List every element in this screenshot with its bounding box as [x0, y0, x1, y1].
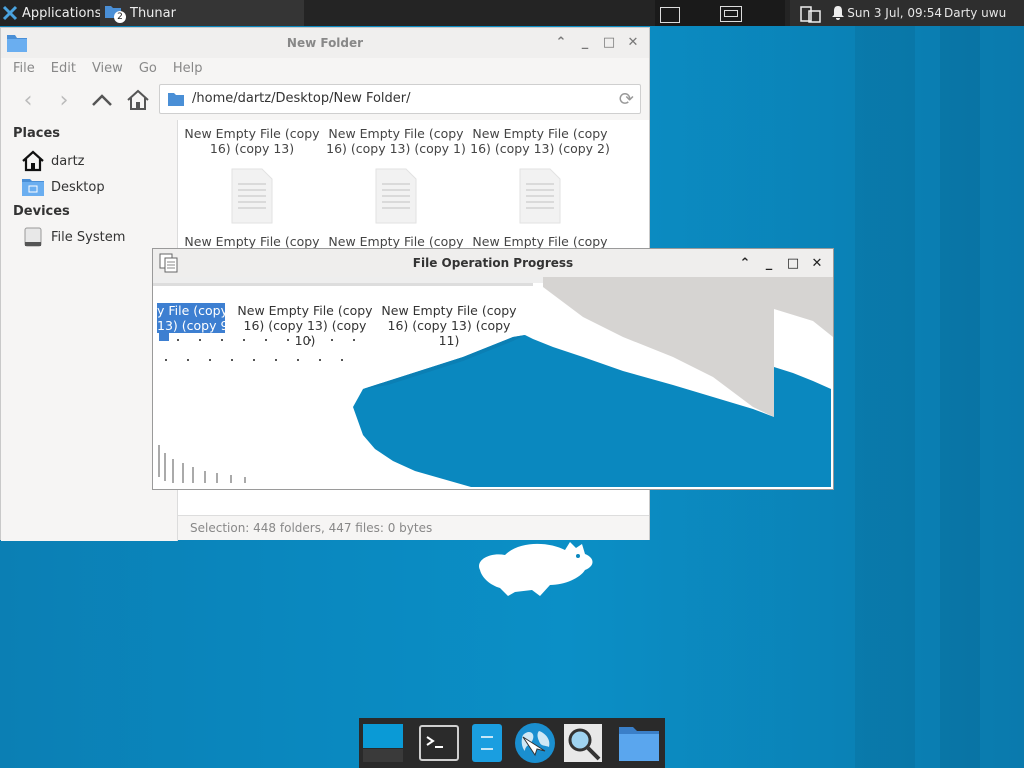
- back-icon[interactable]: ‹: [13, 86, 43, 114]
- parent-folder-icon[interactable]: [87, 86, 117, 114]
- file-name-line: 16) (copy 13) (copy 1): [326, 141, 466, 156]
- xfce-mouse-wallpaper-icon: [479, 542, 593, 596]
- file-name-line: 16) (copy 13): [209, 141, 295, 156]
- reload-icon[interactable]: ⟳: [619, 89, 634, 110]
- status-bar: Selection: 448 folders, 447 files: 0 byt…: [178, 515, 649, 540]
- file-item[interactable]: New Empty File (copy 16) (copy 13) (copy…: [324, 126, 468, 156]
- task-label: Thunar: [130, 5, 176, 21]
- wallpaper-stripe: [940, 0, 980, 768]
- file-name-line: 13) (copy 9): [157, 318, 225, 333]
- shade-icon[interactable]: ⌃: [737, 255, 753, 271]
- app-finder-icon[interactable]: [561, 722, 605, 764]
- file-item[interactable]: New Empty File (copy: [180, 234, 324, 249]
- taskbar-item-thunar[interactable]: 2 Thunar: [100, 0, 304, 26]
- file-operation-progress-window: File Operation Progress ⌃ _ □ ✕ y File (…: [152, 248, 834, 490]
- menu-edit[interactable]: Edit: [43, 58, 84, 80]
- file-name-line: y File (copy: [157, 303, 225, 318]
- minimize-icon[interactable]: _: [577, 34, 593, 50]
- location-bar[interactable]: ⟳: [159, 84, 641, 114]
- minimize-icon[interactable]: _: [761, 255, 777, 271]
- text-file-icon[interactable]: [374, 168, 418, 224]
- drive-icon: [24, 227, 42, 247]
- selected-file-item[interactable]: y File (copy 13) (copy 9): [157, 303, 225, 333]
- devices-heading: Devices: [13, 204, 70, 219]
- menu-go[interactable]: Go: [131, 58, 165, 80]
- file-name-line: New Empty File (copy: [328, 126, 464, 141]
- file-name-line: 16) (copy 13) (copy 2): [470, 141, 610, 156]
- location-input[interactable]: [190, 90, 594, 107]
- sidebar-item-label: Desktop: [51, 179, 105, 195]
- workspace-2-icon[interactable]: [720, 4, 742, 22]
- maximize-icon[interactable]: □: [785, 255, 801, 271]
- sidebar-item-desktop[interactable]: Desktop: [21, 176, 105, 198]
- toolbar: ‹ › ⟳: [1, 80, 649, 120]
- menu-help[interactable]: Help: [165, 58, 211, 80]
- web-browser-icon[interactable]: [513, 722, 557, 764]
- home-icon[interactable]: [123, 86, 153, 114]
- clock[interactable]: Sun 3 Jul, 09:54: [847, 0, 942, 26]
- applications-label: Applications: [22, 5, 102, 21]
- file-name-line: New Empty File (copy: [184, 234, 320, 249]
- maximize-icon[interactable]: □: [601, 34, 617, 50]
- places-heading: Places: [13, 126, 61, 141]
- file-name-line: New Empty File (copy: [381, 303, 517, 318]
- display-icon[interactable]: [800, 4, 822, 24]
- terminal-icon[interactable]: [417, 722, 461, 764]
- window-title: New Folder: [286, 36, 364, 50]
- window-count-badge: 2: [114, 11, 126, 23]
- sidebar-item-filesystem[interactable]: File System: [21, 226, 125, 248]
- file-item[interactable]: New Empty File (copy: [468, 234, 612, 249]
- file-item[interactable]: New Empty File (copy 16) (copy 13) (copy…: [235, 303, 375, 348]
- workspace-1-icon[interactable]: [660, 7, 680, 23]
- file-manager-pane-icon[interactable]: [465, 722, 509, 764]
- desktop-folder-icon: [22, 179, 44, 196]
- file-item[interactable]: New Empty File (copy 16) (copy 13): [180, 126, 324, 156]
- folder-icon[interactable]: [617, 722, 661, 764]
- sidebar-item-home[interactable]: dartz: [21, 150, 84, 172]
- menubar: File Edit View Go Help: [1, 58, 649, 80]
- file-item[interactable]: New Empty File (copy 16) (copy 13) (copy…: [379, 303, 519, 348]
- progress-content-artifacts: y File (copy 13) (copy 9) New Empty File…: [153, 277, 833, 489]
- folder-group-icon: 2: [104, 3, 126, 23]
- window-title: File Operation Progress: [412, 256, 574, 270]
- close-icon[interactable]: ✕: [625, 34, 641, 50]
- workspace-switcher[interactable]: [655, 0, 785, 26]
- file-name-line: 16) (copy 13) (copy 11): [387, 318, 511, 348]
- file-name-line: New Empty File (copy: [237, 303, 373, 318]
- sidebar-item-label: dartz: [51, 153, 85, 169]
- text-file-icon[interactable]: [230, 168, 274, 224]
- user-menu[interactable]: Darty uwu: [944, 0, 1024, 26]
- file-name-line: 16) (copy 13) (copy 10): [243, 318, 367, 348]
- menu-view[interactable]: View: [84, 58, 131, 80]
- folder-icon: [168, 93, 184, 106]
- home-icon: [22, 150, 44, 172]
- titlebar[interactable]: New Folder ⌃ _ □ ✕: [1, 28, 649, 58]
- forward-icon[interactable]: ›: [49, 86, 79, 114]
- file-name-line: New Empty File (copy: [328, 234, 464, 249]
- shade-icon[interactable]: ⌃: [553, 34, 569, 50]
- sidebar-item-label: File System: [51, 229, 126, 245]
- xfce-logo-icon: [2, 5, 18, 21]
- top-panel: Applications 2 Thunar Sun 3 Jul, 09:54 D…: [0, 0, 1024, 26]
- text-file-icon[interactable]: [518, 168, 562, 224]
- applications-menu-button[interactable]: Applications: [2, 0, 101, 26]
- file-name-line: New Empty File (copy: [472, 126, 608, 141]
- menu-file[interactable]: File: [5, 58, 43, 80]
- file-item[interactable]: New Empty File (copy 16) (copy 13) (copy…: [468, 126, 612, 156]
- wallpaper-stripe: [855, 0, 915, 768]
- titlebar[interactable]: File Operation Progress ⌃ _ □ ✕: [153, 249, 833, 277]
- file-name-line: New Empty File (copy: [472, 234, 608, 249]
- file-name-line: New Empty File (copy: [184, 126, 320, 141]
- notification-bell-icon[interactable]: [830, 5, 846, 21]
- file-item[interactable]: New Empty File (copy: [324, 234, 468, 249]
- close-icon[interactable]: ✕: [809, 255, 825, 271]
- dock: [359, 718, 665, 768]
- workspace-switcher-icon[interactable]: [361, 722, 405, 764]
